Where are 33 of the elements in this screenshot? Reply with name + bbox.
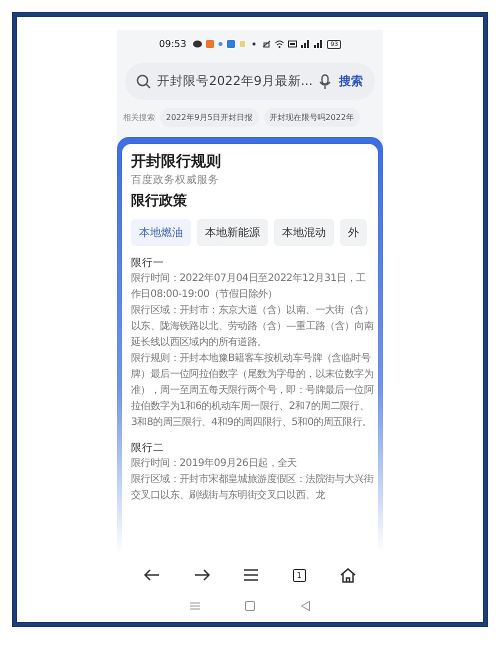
wifi-icon (275, 40, 284, 48)
search-query: 开封限号2022年9月最新... (157, 73, 313, 90)
forward-arrow-icon[interactable] (194, 569, 210, 581)
search-icon (136, 74, 151, 89)
home-icon[interactable] (340, 568, 356, 582)
category-tab[interactable]: 本地混动 (274, 219, 334, 246)
rule-heading: 限行一 (131, 256, 165, 270)
rule-heading: 限行二 (131, 441, 165, 455)
status-time: 09:53 (158, 38, 186, 50)
related-label: 相关搜索 (123, 112, 155, 123)
search-button[interactable]: 搜索 (337, 73, 365, 90)
rule-text: 限行时间：2019年09月26日起，全天 (131, 456, 298, 471)
back-icon[interactable] (301, 601, 310, 611)
menu-icon[interactable] (244, 569, 258, 581)
back-arrow-icon[interactable] (144, 569, 160, 581)
category-tab[interactable]: 外 (340, 219, 367, 246)
card-title: 开封限行规则 (131, 152, 222, 171)
category-tab[interactable]: 本地燃油 (131, 219, 191, 246)
dot-icon (250, 40, 258, 48)
signal-icon (301, 40, 310, 48)
rule-text: 限行区域：开封市：东京大道（含）以南、一大街（含）以东、陇海铁路以北、劳动路（含）—重工路（含）向南延长线以西区域内的所有道路。 (131, 304, 375, 350)
signal-icon (314, 40, 324, 48)
tab-count-button[interactable]: 1 (292, 568, 306, 582)
category-tab[interactable]: 本地新能源 (197, 219, 268, 246)
rule-text: 限行规则：开封本地豫B籍客车按机动车号牌（含临时号牌）最后一位阿拉伯数字（尾数为字母的，以末位数字为准），周一至周五每天限行两个号，即：号牌最后一位阿拉伯数字为1和6的机动车周一限行、2和7的周二限行、3和8的周三限行、4和9的周四限行、5和0的周五限行。 (131, 352, 375, 430)
search-field[interactable]: 开封限号2022年9月最新... 搜索 (125, 63, 375, 100)
card-subtitle: 百度政务权威服务 (131, 173, 220, 187)
related-search-chip[interactable]: 2022年9月5日开封日报 (160, 108, 259, 127)
section-title: 限行政策 (131, 192, 188, 210)
rule-text: 限行区域：开封市宋都皇城旅游度假区：法院街与大兴街交叉口以东、刷绒街与东明街交叉口以西、龙 (131, 472, 375, 503)
microphone-icon[interactable] (319, 74, 331, 90)
related-search-chip[interactable]: 开封现在限号吗2022年 (264, 108, 360, 127)
rule-text: 限行时间：2022年07月04日至2022年12月31日，工作日08:00-19:00（节假日除外） (131, 272, 367, 302)
